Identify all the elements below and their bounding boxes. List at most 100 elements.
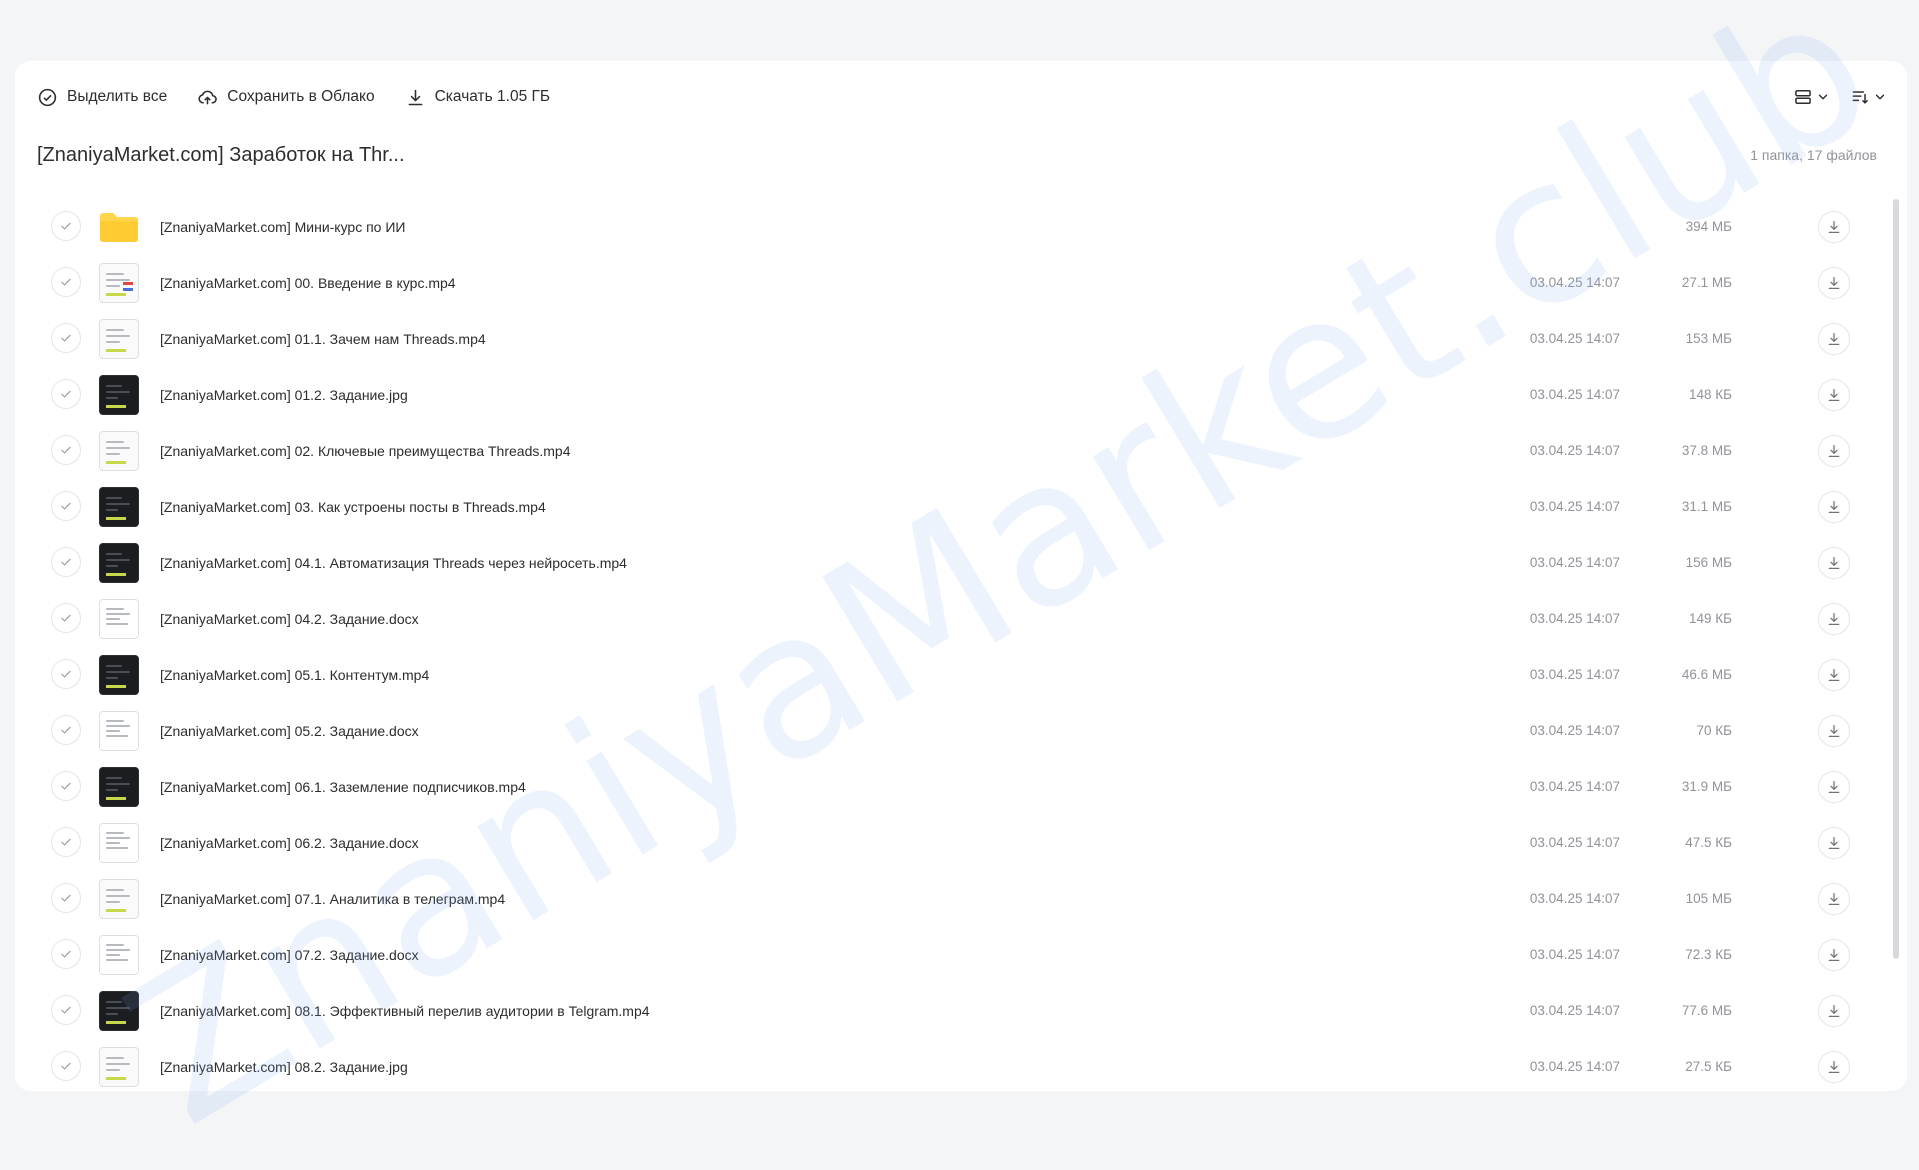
download-file-button[interactable]: [1818, 995, 1850, 1027]
file-row[interactable]: [ZnaniyaMarket.com] 06.2. Задание.docx 03…: [15, 815, 1907, 871]
file-date: 03.04.25 14:07: [1529, 443, 1620, 458]
file-row[interactable]: [ZnaniyaMarket.com] 06.1. Заземление под…: [15, 759, 1907, 815]
file-size: 153 МБ: [1685, 331, 1732, 346]
file-name[interactable]: [ZnaniyaMarket.com] 03. Как устроены пос…: [160, 479, 546, 535]
file-name[interactable]: [ZnaniyaMarket.com] Мини-курс по ИИ: [160, 199, 405, 255]
download-file-button[interactable]: [1818, 715, 1850, 747]
file-row[interactable]: [ZnaniyaMarket.com] 01.2. Задание.jpg 03.…: [15, 367, 1907, 423]
download-file-button[interactable]: [1818, 435, 1850, 467]
file-row[interactable]: [ZnaniyaMarket.com] 04.1. Автоматизация …: [15, 535, 1907, 591]
file-name[interactable]: [ZnaniyaMarket.com] 08.2. Задание.jpg: [160, 1039, 408, 1091]
file-row[interactable]: [ZnaniyaMarket.com] 01.1. Зачем нам Thre…: [15, 311, 1907, 367]
view-mode-dropdown[interactable]: [1793, 87, 1830, 107]
file-row[interactable]: [ZnaniyaMarket.com] 08.1. Эффективный пе…: [15, 983, 1907, 1039]
file-date: 03.04.25 14:07: [1529, 555, 1620, 570]
file-name[interactable]: [ZnaniyaMarket.com] 02. Ключевые преимущ…: [160, 423, 570, 479]
download-file-button[interactable]: [1818, 323, 1850, 355]
scrollbar[interactable]: [1893, 199, 1899, 959]
download-icon: [1828, 389, 1840, 401]
file-row[interactable]: [ZnaniyaMarket.com] 05.2. Задание.docx 03…: [15, 703, 1907, 759]
download-file-button[interactable]: [1818, 267, 1850, 299]
file-name[interactable]: [ZnaniyaMarket.com] 00. Введение в курс.…: [160, 255, 456, 311]
download-file-button[interactable]: [1818, 491, 1850, 523]
file-date: 03.04.25 14:07: [1529, 275, 1620, 290]
checkmark-icon: [61, 222, 71, 230]
select-all-label: Выделить все: [67, 88, 168, 105]
download-file-button[interactable]: [1818, 1051, 1850, 1083]
file-row[interactable]: [ZnaniyaMarket.com] 00. Введение в курс.…: [15, 255, 1907, 311]
video-thumbnail: [99, 655, 139, 695]
file-size: 72.3 КБ: [1685, 947, 1732, 962]
save-to-cloud-button[interactable]: Сохранить в Облако: [197, 87, 375, 108]
row-select-checkbox[interactable]: [51, 547, 81, 577]
row-select-checkbox[interactable]: [51, 379, 81, 409]
checkmark-icon: [61, 502, 71, 510]
checkmark-icon: [61, 1006, 71, 1014]
row-select-checkbox[interactable]: [51, 659, 81, 689]
download-icon: [1828, 893, 1840, 905]
row-select-checkbox[interactable]: [51, 491, 81, 521]
row-select-checkbox[interactable]: [51, 603, 81, 633]
download-icon: [1828, 613, 1840, 625]
file-row[interactable]: [ZnaniyaMarket.com] 07.1. Аналитика в те…: [15, 871, 1907, 927]
download-icon: [1828, 501, 1840, 513]
row-select-checkbox[interactable]: [51, 715, 81, 745]
chevron-down-icon: [1818, 94, 1828, 100]
sort-dropdown[interactable]: [1850, 87, 1887, 107]
cloud-upload-icon: [198, 90, 218, 104]
file-size: 70 КБ: [1696, 723, 1733, 738]
folder-title: [ZnaniyaMarket.com] Заработок на Thr...: [37, 143, 405, 166]
row-select-checkbox[interactable]: [51, 211, 81, 241]
file-name[interactable]: [ZnaniyaMarket.com] 07.1. Аналитика в те…: [160, 871, 505, 927]
file-date: 03.04.25 14:07: [1529, 387, 1620, 402]
row-select-checkbox[interactable]: [51, 323, 81, 353]
download-file-button[interactable]: [1818, 771, 1850, 803]
file-name[interactable]: [ZnaniyaMarket.com] 06.1. Заземление под…: [160, 759, 526, 815]
save-to-cloud-label: Сохранить в Облако: [227, 88, 375, 105]
row-select-checkbox[interactable]: [51, 827, 81, 857]
checkmark-icon: [61, 390, 71, 398]
select-all-button[interactable]: Выделить все: [37, 87, 167, 108]
row-select-checkbox[interactable]: [51, 267, 81, 297]
download-file-button[interactable]: [1818, 659, 1850, 691]
row-select-checkbox[interactable]: [51, 771, 81, 801]
file-row[interactable]: [ZnaniyaMarket.com] Мини-курс по ИИ 394 М…: [15, 199, 1907, 255]
file-row[interactable]: [ZnaniyaMarket.com] 02. Ключевые преимущ…: [15, 423, 1907, 479]
download-file-button[interactable]: [1818, 547, 1850, 579]
file-name[interactable]: [ZnaniyaMarket.com] 07.2. Задание.docx: [160, 927, 419, 983]
download-file-button[interactable]: [1818, 379, 1850, 411]
sort-icon: [1852, 91, 1868, 104]
file-row[interactable]: [ZnaniyaMarket.com] 05.1. Контентум.mp4 0…: [15, 647, 1907, 703]
download-all-button[interactable]: Скачать 1.05 ГБ: [405, 87, 550, 108]
row-select-checkbox[interactable]: [51, 995, 81, 1025]
download-icon: [1828, 949, 1840, 961]
video-thumbnail: [99, 487, 139, 527]
file-name[interactable]: [ZnaniyaMarket.com] 04.2. Задание.docx: [160, 591, 419, 647]
download-icon: [408, 89, 423, 105]
row-select-checkbox[interactable]: [51, 435, 81, 465]
list-view-icon: [1795, 90, 1811, 104]
row-select-checkbox[interactable]: [51, 883, 81, 913]
file-row[interactable]: [ZnaniyaMarket.com] 07.2. Задание.docx 03…: [15, 927, 1907, 983]
file-name[interactable]: [ZnaniyaMarket.com] 06.2. Задание.docx: [160, 815, 419, 871]
file-name[interactable]: [ZnaniyaMarket.com] 01.1. Зачем нам Thre…: [160, 311, 486, 367]
download-file-button[interactable]: [1818, 603, 1850, 635]
download-file-button[interactable]: [1818, 883, 1850, 915]
file-name[interactable]: [ZnaniyaMarket.com] 08.1. Эффективный пе…: [160, 983, 650, 1039]
file-name[interactable]: [ZnaniyaMarket.com] 01.2. Задание.jpg: [160, 367, 408, 423]
file-name[interactable]: [ZnaniyaMarket.com] 05.2. Задание.docx: [160, 703, 419, 759]
file-row[interactable]: [ZnaniyaMarket.com] 03. Как устроены пос…: [15, 479, 1907, 535]
download-file-button[interactable]: [1818, 827, 1850, 859]
video-thumbnail: [99, 1047, 139, 1087]
file-size: 31.1 МБ: [1681, 499, 1732, 514]
download-file-button[interactable]: [1818, 211, 1850, 243]
row-select-checkbox[interactable]: [51, 939, 81, 969]
file-name[interactable]: [ZnaniyaMarket.com] 04.1. Автоматизация …: [160, 535, 627, 591]
download-file-button[interactable]: [1818, 939, 1850, 971]
checkmark-icon: [61, 278, 71, 286]
file-row[interactable]: [ZnaniyaMarket.com] 04.2. Задание.docx 03…: [15, 591, 1907, 647]
file-name[interactable]: [ZnaniyaMarket.com] 05.1. Контентум.mp4: [160, 647, 429, 703]
file-row[interactable]: [ZnaniyaMarket.com] 08.2. Задание.jpg 03.…: [15, 1039, 1907, 1091]
file-size: 47.5 КБ: [1685, 835, 1732, 850]
row-select-checkbox[interactable]: [51, 1051, 81, 1081]
